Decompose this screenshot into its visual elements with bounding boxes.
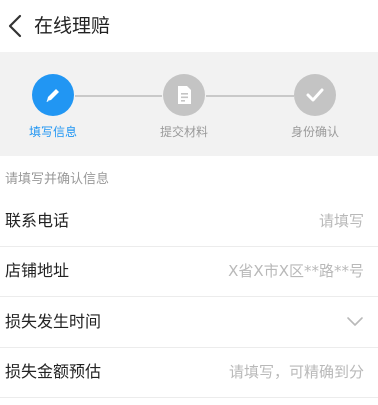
app-header: 在线理赔 xyxy=(0,0,378,52)
store-address-field[interactable]: 店铺地址 X省X市X区**路**号 xyxy=(0,247,378,297)
loss-amount-field[interactable]: 损失金额预估 请填写，可精确到分 xyxy=(0,348,378,398)
step-circle xyxy=(32,74,74,116)
section-hint: 请填写并确认信息 xyxy=(5,172,110,187)
progress-steps: 填写信息 提交材料 身份确认 xyxy=(0,52,378,156)
back-chevron-icon[interactable] xyxy=(4,13,28,39)
check-icon xyxy=(306,88,324,102)
pencil-icon xyxy=(46,89,59,102)
step-identity-confirm: 身份确认 xyxy=(275,74,355,139)
step-submit-materials: 提交材料 xyxy=(144,74,224,139)
field-placeholder[interactable]: X省X市X区**路**号 xyxy=(228,260,364,282)
step-label: 身份确认 xyxy=(290,125,339,139)
document-icon xyxy=(178,86,191,104)
field-placeholder[interactable]: 请填写，可精确到分 xyxy=(229,361,364,383)
field-label: 联系电话 xyxy=(5,211,70,230)
chevron-down-icon[interactable] xyxy=(346,315,364,327)
step-label: 提交材料 xyxy=(159,125,208,139)
field-label: 店铺地址 xyxy=(5,261,70,280)
page-title: 在线理赔 xyxy=(34,15,111,37)
field-label: 损失金额预估 xyxy=(5,362,102,381)
phone-field[interactable]: 联系电话 请填写 xyxy=(0,197,378,247)
step-fill-info: 填写信息 xyxy=(13,74,93,139)
step-circle xyxy=(163,74,205,116)
loss-time-select[interactable]: 损失发生时间 xyxy=(0,298,378,348)
field-placeholder[interactable]: 请填写 xyxy=(319,210,364,232)
step-circle xyxy=(294,74,336,116)
step-label: 填写信息 xyxy=(28,125,77,139)
field-label: 损失发生时间 xyxy=(5,312,102,331)
